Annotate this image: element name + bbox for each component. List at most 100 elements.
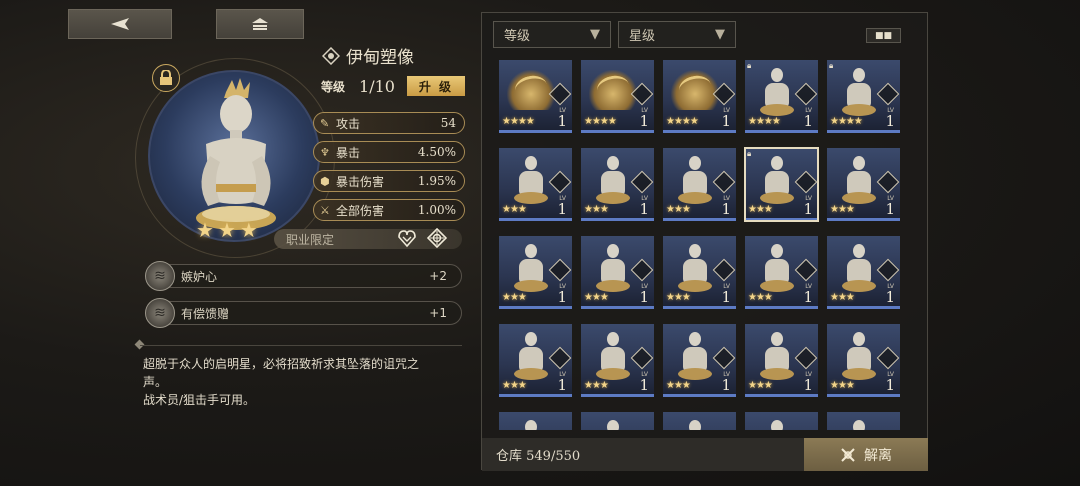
statue-artwork-icon [839,416,879,430]
inventory-card[interactable]: LV 1 ★★★ [581,324,654,397]
statue-artwork-icon [593,152,633,212]
inventory-card[interactable]: LV 1 ★★★ [745,236,818,309]
inventory-card[interactable]: LV 1 ★★★ [663,324,736,397]
skill-emblem-icon: ≋ [145,261,175,291]
inventory-card[interactable]: 🔒︎ LV 1 ★★★★ [745,60,818,133]
inventory-card[interactable] [745,412,818,430]
card-level: 1 [721,288,731,306]
class-emblem-icon [630,170,654,194]
level-label: 等级 [321,79,346,94]
star-icon: ★ [196,218,214,242]
item-description: 超脱于众人的启明星，必将招致祈求其坠落的诅咒之 声。 战术员/狙击手可用。 [143,355,463,409]
card-level: 1 [557,376,567,394]
card-stars: ★★★★ [502,116,535,127]
inventory-card[interactable]: LV 1 ★★★ [827,236,900,309]
stat-crit: ♆ 暴击 4.50% [313,141,465,163]
class-emblem-icon [794,82,818,106]
stat-label: 攻击 [336,116,361,131]
dismantle-label: 解离 [864,447,892,464]
card-stars: ★★★ [666,204,691,215]
item-name: 伊甸塑像 [346,48,414,68]
inventory-card[interactable]: LV 1 ★★★ [581,236,654,309]
card-level: 1 [557,112,567,130]
skill-row[interactable]: ≋ 嫉妒心 +2 [145,261,462,291]
grid-view-toggle[interactable]: ■■ [866,28,901,43]
lock-badge[interactable] [152,64,180,92]
inventory-card[interactable] [663,412,736,430]
statue-artwork-icon [675,152,715,212]
inventory-grid: LV 1 ★★★★ LV 1 ★★★★ LV 1 ★★★★ 🔒︎ LV 1 ★★★★ 🔒︎ LV 1 ★★★★ L… [499,60,903,430]
statue-artwork-icon [675,328,715,388]
statue-artwork-icon [593,240,633,300]
statue-artwork-icon [511,240,551,300]
card-level: 1 [803,288,813,306]
skill-emblem-icon: ≋ [145,298,175,328]
back-button[interactable] [68,9,172,39]
star-filter-dropdown[interactable]: 星级 ▼ [618,21,736,48]
tactician-class-icon[interactable] [396,227,418,249]
skill-value: +1 [429,306,447,320]
inventory-card[interactable]: LV 1 ★★★ [745,324,818,397]
inventory-card[interactable] [581,412,654,430]
inventory-card[interactable]: LV 1 ★★★ [663,148,736,221]
class-emblem-icon [548,170,572,194]
storage-bar: 仓库 549/550 [482,438,804,471]
inventory-card[interactable]: LV 1 ★★★ [663,236,736,309]
inventory-card[interactable]: LV 1 ★★★ [581,148,654,221]
class-emblem-icon [876,346,900,370]
class-emblem-icon [794,170,818,194]
upgrade-button[interactable]: 升 级 [406,76,465,96]
statue-artwork-icon [511,152,551,212]
inventory-card[interactable]: LV 1 ★★★★ [663,60,736,133]
card-level: 1 [557,288,567,306]
description-line: 超脱于众人的启明星，必将招致祈求其坠落的诅咒之 [143,357,420,371]
level-filter-dropdown[interactable]: 等级 ▼ [493,21,611,48]
inventory-card[interactable]: LV 1 ★★★★ [499,60,572,133]
card-level: 1 [639,288,649,306]
inventory-card[interactable]: 🔒︎ LV 1 ★★★★ [827,60,900,133]
inventory-card[interactable]: LV 1 ★★★ [499,324,572,397]
item-title: 伊甸塑像 [322,43,414,68]
statue-artwork-icon [675,240,715,300]
chevron-down-icon: ▼ [715,27,725,42]
stat-label: 全部伤害 [336,203,385,218]
class-emblem-icon [876,82,900,106]
inventory-card[interactable]: LV 1 ★★★ [499,236,572,309]
inventory-card[interactable]: LV 1 ★★★ [827,148,900,221]
blade-icon: ⚔ [320,203,330,217]
wings-artwork-icon [589,70,637,110]
inventory-card[interactable]: 🔒︎ LV 1 ★★★ [744,147,819,222]
statue-artwork-icon [839,240,879,300]
inventory-card[interactable]: LV 1 ★★★★ [581,60,654,133]
home-button[interactable] [216,9,304,39]
dismantle-icon [841,447,855,462]
lock-icon: 🔒︎ [829,61,834,70]
chevron-down-icon: ▼ [590,27,600,42]
statue-artwork-icon [511,328,551,388]
stat-value: 54 [440,116,456,130]
dismantle-button[interactable]: 解离 [804,438,928,471]
skill-row[interactable]: ≋ 有偿馈赠 +1 [145,298,462,328]
stat-value: 4.50% [417,145,456,159]
level-value: 1/10 [359,76,395,96]
card-stars: ★★★ [502,380,527,391]
wings-artwork-icon [507,70,555,110]
card-level: 1 [885,112,895,130]
stat-label: 暴击 [336,145,361,160]
class-emblem-icon [630,258,654,282]
card-level: 1 [639,112,649,130]
sniper-class-icon[interactable] [426,227,448,249]
inventory-card[interactable]: LV 1 ★★★ [827,324,900,397]
card-stars: ★★★ [584,292,609,303]
class-emblem-icon [712,170,736,194]
class-emblem-icon [876,170,900,194]
card-level: 1 [639,200,649,218]
card-stars: ★★★ [830,380,855,391]
card-stars: ★★★ [748,380,773,391]
statue-artwork-icon [757,328,797,388]
card-stars: ★★★★ [830,116,863,127]
class-limit-label: 职业限定 [286,232,335,247]
inventory-card[interactable] [499,412,572,430]
inventory-card[interactable] [827,412,900,430]
inventory-card[interactable]: LV 1 ★★★ [499,148,572,221]
